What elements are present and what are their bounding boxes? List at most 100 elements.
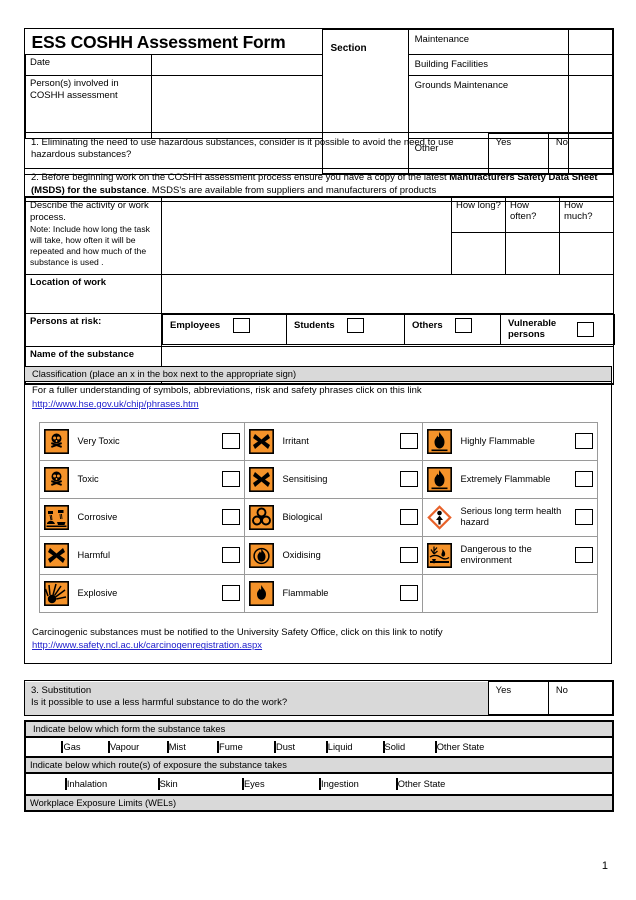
persons-at-risk-others-label: Others xyxy=(412,320,443,332)
question-2-text-part2: . MSDS's are available from suppliers an… xyxy=(146,184,437,196)
question-3-yes-label[interactable]: Yes xyxy=(487,681,549,715)
activity-details-block: Describe the activity or work process. N… xyxy=(24,196,615,385)
hazard-cell-very-toxic[interactable]: Very Toxic xyxy=(38,421,245,461)
hazard-cell-biological[interactable]: Biological xyxy=(243,497,423,537)
exposure-routes-options: Inhalation Skin Eyes Ingestion Other Sta… xyxy=(25,773,613,795)
hazard-checkbox-oxidising[interactable] xyxy=(399,547,418,564)
date-input[interactable] xyxy=(151,53,323,76)
hazard-checkbox-irritant[interactable] xyxy=(399,433,418,450)
persons-at-risk-students-checkbox[interactable] xyxy=(347,318,365,333)
form-option-gas[interactable]: Gas xyxy=(46,741,96,753)
route-option-skin[interactable]: Skin xyxy=(129,778,207,790)
hazard-checkbox-highly-flammable[interactable] xyxy=(574,433,593,450)
how-much-input[interactable] xyxy=(559,232,614,275)
how-long-header: How long? xyxy=(451,197,506,233)
activity-input[interactable] xyxy=(161,197,452,275)
question-3-line2: Is it possible to use a less harmful sub… xyxy=(31,697,288,709)
form-option-other-label: Other State xyxy=(436,742,485,752)
form-option-vapour-label: Vapour xyxy=(109,742,140,752)
question-2-text-part1: 2. Before beginning work on the COSHH as… xyxy=(31,172,450,183)
hazard-label: Serious long term health hazard xyxy=(460,506,562,528)
route-option-eyes[interactable]: Eyes xyxy=(209,778,297,790)
hazard-cell-dangerous-environment[interactable]: Dangerous to the environment xyxy=(421,535,598,575)
location-input[interactable] xyxy=(161,274,614,314)
hazard-cell-flammable[interactable]: Flammable xyxy=(243,573,423,613)
activity-label-cell: Describe the activity or work process. N… xyxy=(25,197,162,275)
hazard-checkbox-explosive[interactable] xyxy=(221,585,240,602)
hazard-checkbox-toxic[interactable] xyxy=(221,471,240,488)
skull-crossbones-icon xyxy=(43,428,69,454)
hazard-cell-toxic[interactable]: Toxic xyxy=(38,459,245,499)
page-number: 1 xyxy=(601,860,608,872)
hazard-checkbox-corrosive[interactable] xyxy=(221,509,240,526)
persons-at-risk-others[interactable]: Others xyxy=(404,314,501,345)
x-mark-icon xyxy=(43,542,69,568)
route-option-skin-label: Skin xyxy=(159,779,178,789)
hazard-cell-sensitising[interactable]: Sensitising xyxy=(243,459,423,499)
form-option-dust[interactable]: Dust xyxy=(259,741,311,753)
hazard-cell-oxidising[interactable]: Oxidising xyxy=(243,535,423,575)
hazard-cell-harmful[interactable]: Harmful xyxy=(38,535,245,575)
persons-at-risk-employees[interactable]: Employees xyxy=(162,314,287,345)
oxidising-flame-icon xyxy=(248,542,274,568)
hazard-label: Biological xyxy=(282,511,323,522)
hazard-cell-corrosive[interactable]: Corrosive xyxy=(38,497,245,537)
how-often-input[interactable] xyxy=(505,232,560,275)
wels-bar: Workplace Exposure Limits (WELs) xyxy=(25,795,613,811)
hazard-checkbox-sensitising[interactable] xyxy=(399,471,418,488)
hazard-label: Sensitising xyxy=(282,473,328,484)
hazard-label: Very Toxic xyxy=(77,435,120,446)
hazard-row: Harmful Oxidising Dangerous to the envir… xyxy=(38,535,598,575)
persons-at-risk-vulnerable[interactable]: Vulnerable persons xyxy=(500,314,615,345)
corrosive-icon xyxy=(43,504,69,530)
section-option-grounds-maintenance-check[interactable] xyxy=(567,74,614,139)
hazard-row: Toxic Sensitising Extremely Flammable xyxy=(38,459,598,499)
form-option-liquid[interactable]: Liquid xyxy=(313,741,365,753)
activity-label: Describe the activity or work process. xyxy=(30,200,149,224)
form-option-solid[interactable]: Solid xyxy=(368,741,420,753)
hazard-checkbox-flammable[interactable] xyxy=(399,585,418,602)
substance-form-block: Indicate below which form the substance … xyxy=(24,720,614,812)
persons-at-risk-others-checkbox[interactable] xyxy=(455,318,473,333)
hazard-checkbox-biological[interactable] xyxy=(399,509,418,526)
hazard-label: Flammable xyxy=(282,587,329,598)
section-option-building-facilities-check[interactable] xyxy=(567,53,614,76)
carcinogen-registration-link[interactable]: http://www.safety.ncl.ac.uk/carcinogenre… xyxy=(32,640,262,651)
persons-at-risk-vulnerable-checkbox[interactable] xyxy=(576,321,594,337)
form-option-mist[interactable]: Mist xyxy=(151,741,201,753)
form-option-vapour[interactable]: Vapour xyxy=(99,741,149,753)
section-option-maintenance-check[interactable] xyxy=(567,29,614,55)
hazard-label: Harmful xyxy=(77,549,111,560)
persons-involved-label: Person(s) involved in COSHH assessment xyxy=(24,74,153,139)
hazard-cell-highly-flammable[interactable]: Highly Flammable xyxy=(421,421,598,461)
route-option-other[interactable]: Other State xyxy=(381,778,461,790)
persons-at-risk-label: Persons at risk: xyxy=(25,313,162,347)
carcinogen-note: Carcinogenic substances must be notified… xyxy=(32,626,443,638)
hazard-cell-irritant[interactable]: Irritant xyxy=(243,421,423,461)
hazard-checkbox-very-toxic[interactable] xyxy=(221,433,240,450)
hazard-cell-extremely-flammable[interactable]: Extremely Flammable xyxy=(421,459,598,499)
hazard-checkbox-harmful[interactable] xyxy=(221,547,240,564)
page-title: ESS COSHH Assessment Form xyxy=(31,31,286,52)
hazard-checkbox-dangerous-environment[interactable] xyxy=(574,547,593,564)
hazard-checkbox-serious-health-hazard[interactable] xyxy=(574,509,593,526)
question-3-block: 3. Substitution Is it possible to use a … xyxy=(24,680,614,716)
form-option-other[interactable]: Other State xyxy=(422,741,492,753)
form-option-fume-label: Fume xyxy=(219,742,243,752)
form-option-fume[interactable]: Fume xyxy=(204,741,256,753)
section-option-grounds-maintenance: Grounds Maintenance xyxy=(407,74,569,139)
hazard-label: Explosive xyxy=(77,587,118,598)
persons-involved-input[interactable] xyxy=(151,74,323,139)
classification-body: For a fuller understanding of symbols, a… xyxy=(24,382,612,665)
route-option-inhalation[interactable]: Inhalation xyxy=(46,778,126,790)
hazard-checkbox-extremely-flammable[interactable] xyxy=(574,471,593,488)
hse-phrases-link[interactable]: http://www.hse.gov.uk/chip/phrases.htm xyxy=(32,399,199,410)
question-3-text: 3. Substitution Is it possible to use a … xyxy=(25,681,489,715)
route-option-ingestion[interactable]: Ingestion xyxy=(300,778,378,790)
question-3-no-label[interactable]: No xyxy=(547,681,614,715)
how-long-input[interactable] xyxy=(451,232,506,275)
persons-at-risk-students[interactable]: Students xyxy=(286,314,405,345)
hazard-cell-serious-health-hazard[interactable]: Serious long term health hazard xyxy=(421,497,598,537)
persons-at-risk-employees-checkbox[interactable] xyxy=(232,318,250,333)
hazard-cell-explosive[interactable]: Explosive xyxy=(38,573,245,613)
